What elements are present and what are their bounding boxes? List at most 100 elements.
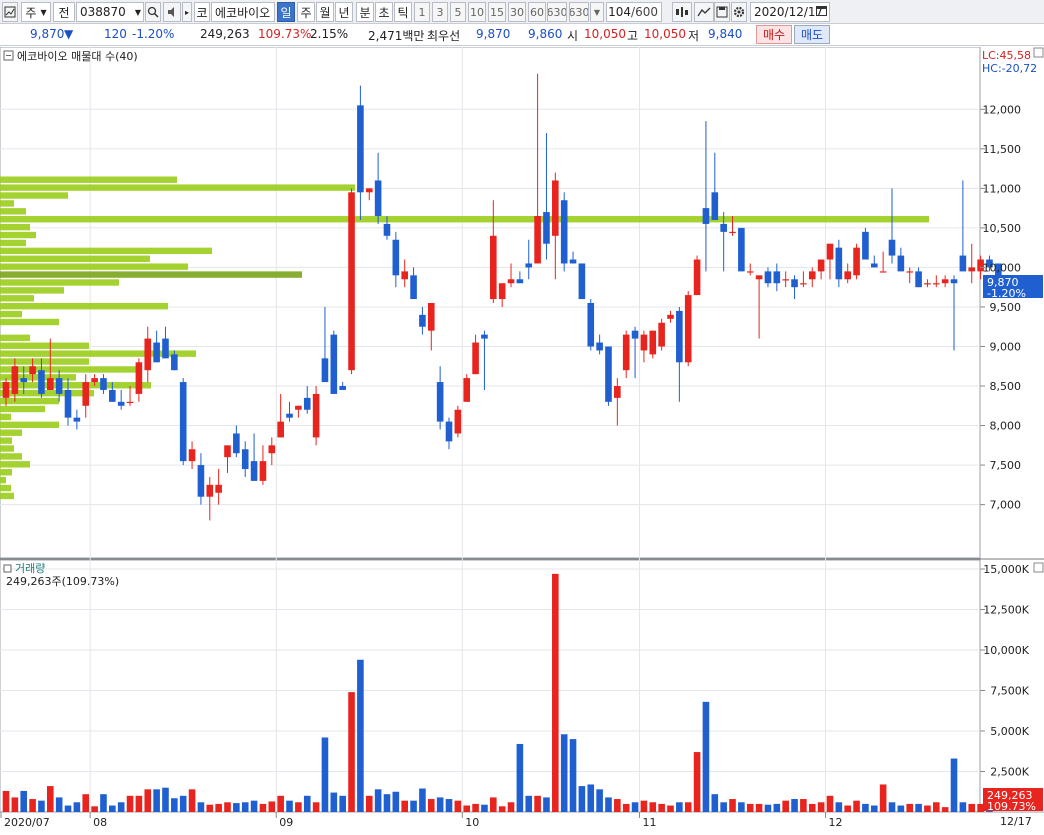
candle-body	[649, 330, 657, 355]
count-input[interactable]: 104/600	[606, 2, 662, 22]
price-tick-label: 11,500	[983, 143, 1022, 156]
stock-chart[interactable]: 12,000 11,500 11,000 10,500 10,000 9,500 9,000…	[0, 46, 1044, 832]
volume-bar	[658, 803, 665, 812]
price-tick-label: 10,000	[983, 261, 1022, 274]
chevron-down-icon[interactable]: ▼	[590, 2, 604, 22]
candle-body	[835, 247, 843, 280]
volume-panel-close-icon[interactable]	[1033, 562, 1044, 573]
period-label: 월	[319, 5, 331, 20]
volume-profile-bar	[0, 445, 14, 452]
volume-tick-label: 12,500K	[983, 604, 1029, 617]
volume-bar	[392, 791, 400, 812]
candle-body	[498, 283, 506, 300]
period-month-button[interactable]: 월	[316, 2, 334, 22]
candle-body	[38, 370, 45, 394]
draw-line-icon[interactable]	[694, 2, 714, 22]
volume-bar	[55, 797, 63, 812]
stock-name-field[interactable]: 에코바이오	[211, 2, 275, 22]
minute-1-button[interactable]: 1	[414, 2, 430, 22]
candle-body	[348, 192, 355, 371]
code-input[interactable]: 038870 ▼	[76, 2, 144, 22]
volume-bar	[339, 795, 346, 812]
minute-label: 15	[490, 5, 504, 19]
window-menu-icon[interactable]	[2, 2, 18, 22]
minute-10-button[interactable]: 10	[468, 2, 486, 22]
candle-body	[339, 386, 346, 390]
volume-bar	[746, 803, 754, 812]
volume-bar	[383, 794, 391, 812]
candle-body	[862, 231, 869, 260]
volume-bar	[481, 804, 488, 812]
high-price: 10,050	[644, 27, 686, 41]
minute-60-button[interactable]: 60	[528, 2, 546, 22]
month-label: 2020/07	[4, 816, 50, 829]
volume-bar	[436, 797, 444, 812]
minute-630-button[interactable]: 630	[547, 2, 567, 22]
volume-profile-bar	[0, 247, 212, 255]
volume-bar	[640, 800, 648, 812]
speaker-icon[interactable]	[163, 2, 181, 22]
volume-bar	[126, 795, 134, 812]
minute-label: 5	[454, 5, 462, 19]
candle-body	[481, 334, 488, 339]
crosshair-icon[interactable]	[672, 2, 692, 22]
sell-button[interactable]: 매도	[794, 25, 830, 44]
candle-body	[640, 334, 648, 351]
change-percent: -1.20%	[132, 27, 175, 41]
chart-area[interactable]: 12,000 11,500 11,000 10,500 10,000 9,500 9,000…	[0, 46, 1044, 832]
period-tick-button[interactable]: 틱	[394, 2, 412, 22]
period-minute-button[interactable]: 분	[356, 2, 374, 22]
period-label: 틱	[397, 5, 409, 20]
candle-body	[401, 271, 408, 280]
candle-body	[826, 243, 834, 260]
buy-button[interactable]: 매수	[756, 25, 792, 44]
candle-body	[702, 208, 710, 224]
period-second-button[interactable]: 초	[375, 2, 393, 22]
candle-body	[800, 283, 807, 285]
candle-body	[427, 303, 435, 331]
volume-bar	[2, 790, 10, 812]
volume-profile-bar	[0, 176, 177, 183]
gear-icon[interactable]	[731, 2, 747, 22]
market-select[interactable]: 주 ▼	[21, 2, 51, 22]
price-tick-label: 10,500	[983, 222, 1022, 235]
volume-profile-bar	[0, 484, 11, 492]
candle-body	[117, 401, 125, 406]
save-icon[interactable]	[714, 2, 730, 22]
volume-bar	[259, 803, 267, 812]
minute-label: 60	[530, 5, 544, 19]
period-year-button[interactable]: 년	[335, 2, 353, 22]
volume-bar	[330, 792, 338, 812]
code-type-button[interactable]: 코	[194, 2, 210, 22]
period-week-button[interactable]: 주	[297, 2, 315, 22]
volume-profile-bar	[0, 437, 12, 444]
minute-custom-button[interactable]: 630	[569, 2, 589, 22]
minute-5-button[interactable]: 5	[450, 2, 466, 22]
volume-bar	[631, 802, 639, 812]
kind-select[interactable]: 전	[53, 2, 75, 22]
volume-panel-frame	[0, 559, 981, 813]
candle-body	[764, 271, 772, 284]
candle-body	[365, 188, 373, 193]
period-day-button[interactable]: 일	[277, 2, 295, 22]
price-tick-label: 7,000	[990, 499, 1022, 512]
panel-close-icon[interactable]	[1033, 47, 1044, 58]
candle-body	[968, 267, 976, 272]
down-arrow-icon: ▼	[64, 27, 74, 41]
current-volume-tag-pct: 109.73%	[987, 800, 1036, 813]
high-label: 고	[627, 29, 639, 43]
nav-arrow-icon[interactable]: ▸	[182, 2, 192, 22]
volume-panel-menu-icon[interactable]	[3, 564, 12, 573]
date-input[interactable]: 2020/12/17	[750, 2, 830, 22]
minute-label: 3	[436, 5, 444, 19]
volume-profile-bar	[0, 310, 22, 318]
minute-30-button[interactable]: 30	[508, 2, 526, 22]
candle-body	[64, 389, 72, 418]
search-icon[interactable]	[145, 2, 161, 22]
minute-15-button[interactable]: 15	[488, 2, 506, 22]
month-label: 08	[93, 816, 107, 829]
volume-bar	[20, 790, 28, 812]
volume-bar	[472, 803, 479, 812]
minute-3-button[interactable]: 3	[432, 2, 448, 22]
candle-body	[924, 283, 931, 285]
